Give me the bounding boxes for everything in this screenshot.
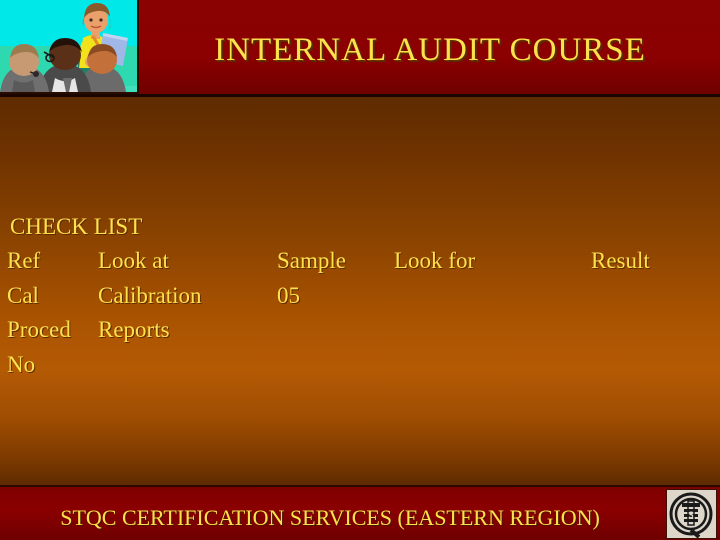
svg-text:S: S	[688, 510, 693, 520]
cell-ref: Ref	[7, 248, 41, 273]
cell-ref: Proced	[7, 317, 71, 342]
training-classroom-illustration	[0, 0, 139, 94]
presentation-slide: INTERNAL AUDIT COURSE CHECK LIST Ref Loo…	[0, 0, 720, 540]
stqc-logo-icon: S	[666, 489, 717, 539]
table-row: Cal Calibration 05	[0, 283, 720, 317]
slide-content: CHECK LIST Ref Look at Sample Look for R…	[0, 96, 720, 487]
cell-result: Result	[591, 248, 650, 273]
cell-sample: 05	[277, 283, 300, 308]
cell-look-at: Reports	[98, 317, 170, 342]
cell-sample: Sample	[277, 248, 346, 273]
checklist-heading: CHECK LIST	[10, 214, 143, 239]
slide-title: INTERNAL AUDIT COURSE	[214, 32, 646, 68]
footer-organization-text: STQC CERTIFICATION SERVICES (EASTERN REG…	[60, 505, 600, 530]
table-row: Ref Look at Sample Look for Result	[0, 248, 720, 282]
cell-look-for: Look for	[394, 248, 476, 273]
cell-look-at: Calibration	[98, 283, 202, 308]
table-row: No	[0, 352, 720, 386]
cell-look-at: Look at	[98, 248, 169, 273]
cell-ref: Cal	[7, 283, 39, 308]
table-row: Proced Reports	[0, 317, 720, 351]
cell-ref: No	[7, 352, 36, 377]
